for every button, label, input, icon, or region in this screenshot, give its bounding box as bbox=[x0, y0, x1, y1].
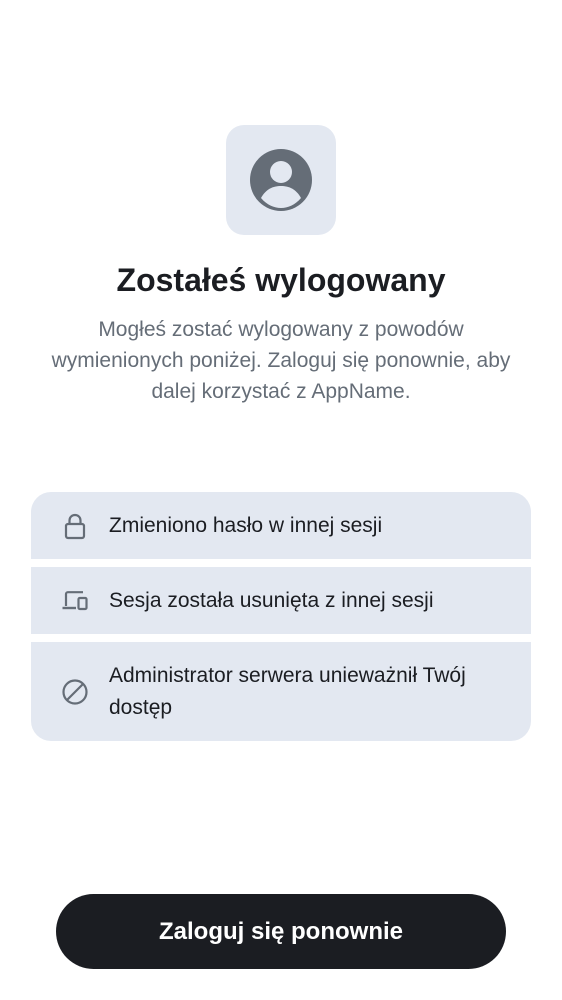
reason-label: Sesja została usunięta z innej sesji bbox=[109, 588, 434, 612]
page-title: Zostałeś wylogowany bbox=[116, 262, 446, 298]
reason-session-removed: Sesja została usunięta z innej sesji bbox=[31, 567, 531, 634]
login-again-button[interactable]: Zaloguj się ponownie bbox=[56, 894, 506, 969]
block-icon bbox=[60, 677, 90, 707]
reason-access-revoked: Administrator serwera unieważnił Twój do… bbox=[31, 642, 531, 741]
reason-label: Administrator serwera unieważnił Twój do… bbox=[109, 663, 466, 719]
logout-reasons-list: Zmieniono hasło w innej sesji Sesja zost… bbox=[31, 492, 531, 741]
avatar-container bbox=[226, 125, 336, 235]
reason-password-changed: Zmieniono hasło w innej sesji bbox=[31, 492, 531, 559]
lock-icon bbox=[60, 511, 90, 541]
page-subtitle: Mogłeś zostać wylogowany z powodów wymie… bbox=[51, 318, 511, 403]
reason-label: Zmieniono hasło w innej sesji bbox=[109, 513, 383, 537]
user-avatar-icon bbox=[250, 149, 312, 211]
devices-icon bbox=[60, 586, 90, 616]
